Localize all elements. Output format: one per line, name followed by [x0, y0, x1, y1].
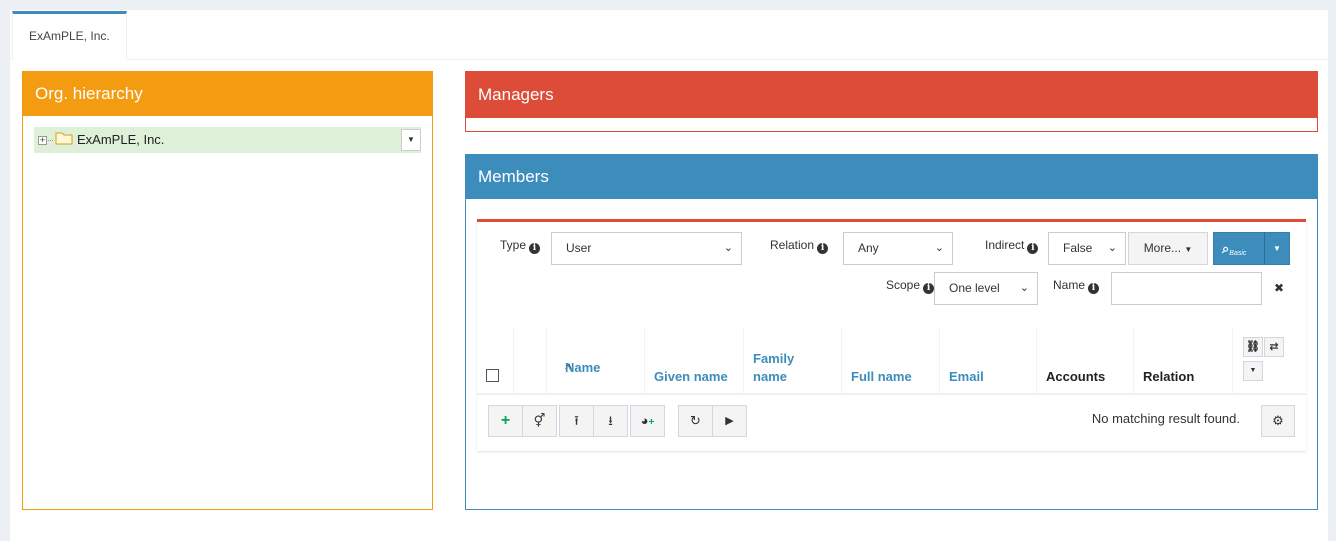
add-chart-icon[interactable]: ◕+ [630, 405, 665, 437]
refresh-icon[interactable]: ↻ [678, 405, 713, 437]
folder-icon [55, 128, 73, 154]
column-email[interactable]: Email [940, 327, 1037, 395]
column-full-name[interactable]: Full name [842, 327, 940, 395]
play-icon[interactable]: ▶ [712, 405, 747, 437]
plus-icon[interactable]: + [488, 405, 523, 437]
column-menu-caret[interactable]: ▼ [1243, 361, 1263, 381]
relation-select[interactable]: Any ⌄ [843, 232, 953, 265]
app-frame: ExAmPLE, Inc. Org. hierarchy + ExAmPLE, I… [10, 10, 1328, 541]
clear-name-icon[interactable]: ✖ [1265, 272, 1293, 305]
column-given-name[interactable]: Given name [645, 327, 744, 395]
managers-title: Managers [466, 72, 1317, 118]
search-options-caret[interactable]: ▼ [1264, 232, 1290, 265]
tab-bar: ExAmPLE, Inc. [10, 10, 1328, 60]
chevron-down-icon: ⌄ [934, 242, 944, 254]
members-table-header: ^ Name Given name Family name Full name E… [477, 327, 1306, 395]
info-icon: i [1027, 243, 1039, 254]
gear-icon[interactable]: ⚙ [1261, 405, 1295, 437]
more-filters-button[interactable]: More... ▼ [1128, 232, 1208, 265]
tree-node-label: ExAmPLE, Inc. [77, 132, 165, 147]
info-icon: i [529, 243, 541, 254]
scope-filter-label: Scope i [886, 270, 935, 303]
expand-icon[interactable]: + [38, 136, 47, 146]
org-hierarchy-panel: Org. hierarchy + ExAmPLE, Inc. ▼ [22, 71, 433, 510]
select-all-checkbox[interactable] [486, 369, 499, 382]
info-icon: i [817, 243, 829, 254]
unlink-icon[interactable]: ⛓ [1243, 337, 1263, 357]
caret-down-icon: ▼ [1184, 245, 1193, 254]
empty-result-message: No matching result found. [1091, 411, 1240, 426]
scope-select[interactable]: One level ⌄ [934, 272, 1038, 305]
info-icon: i [923, 283, 935, 294]
org-hierarchy-title: Org. hierarchy [23, 72, 432, 116]
members-panel: Members Type i User ⌄ Relation i Any ⌄ Indir… [465, 154, 1318, 510]
download-icon[interactable]: ⭳ [593, 405, 628, 437]
chevron-down-icon: ⌄ [1107, 242, 1117, 254]
chevron-down-icon: ⌄ [723, 242, 733, 254]
column-accounts: Accounts [1037, 327, 1134, 395]
chevron-down-icon: ⌄ [1019, 282, 1029, 294]
type-filter-label: Type i [500, 230, 541, 263]
upload-icon[interactable]: ⭱ [559, 405, 594, 437]
indirect-filter-label: Indirect i [985, 230, 1039, 263]
info-icon: i [1088, 283, 1100, 294]
blank-column [514, 327, 547, 395]
search-mode-label: Basic [1229, 250, 1247, 257]
tree-connector [48, 140, 53, 142]
link-user-icon[interactable]: ⚥ [522, 405, 557, 437]
search-button[interactable]: ⌕Basic [1213, 232, 1265, 265]
members-title: Members [466, 155, 1317, 199]
column-tools: ⛓ ⇄ ▼ [1233, 327, 1306, 395]
type-select[interactable]: User ⌄ [551, 232, 742, 265]
tree-node-example-inc[interactable]: + ExAmPLE, Inc. ▼ [34, 127, 421, 153]
name-filter-input[interactable] [1111, 272, 1262, 305]
relation-filter-label: Relation i [770, 230, 829, 263]
tab-example-inc[interactable]: ExAmPLE, Inc. [12, 11, 127, 60]
tree-node-menu-button[interactable]: ▼ [401, 129, 421, 151]
column-family-name[interactable]: Family name [744, 327, 842, 395]
indirect-select[interactable]: False ⌄ [1048, 232, 1126, 265]
members-search-box: Type i User ⌄ Relation i Any ⌄ Indirect i Fal… [477, 219, 1306, 451]
swap-columns-icon[interactable]: ⇄ [1264, 337, 1284, 357]
select-all-column [477, 327, 514, 395]
column-name[interactable]: ^ Name [547, 327, 645, 395]
name-filter-label: Name i [1053, 270, 1100, 303]
managers-panel: Managers [465, 71, 1318, 132]
column-relation: Relation [1134, 327, 1233, 395]
